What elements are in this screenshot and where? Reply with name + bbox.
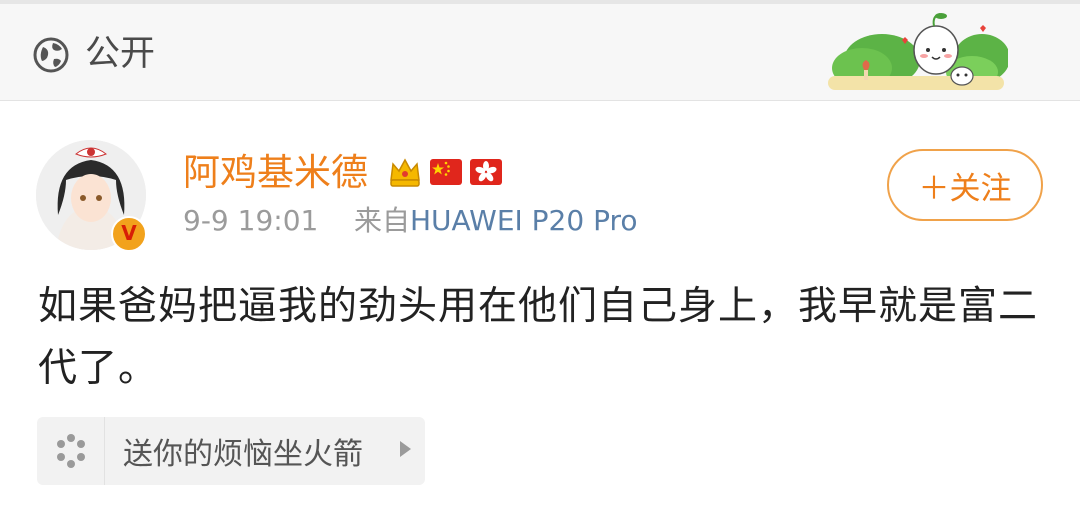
gift-card[interactable]: 送你的烦恼坐火箭 xyxy=(37,417,425,485)
hong-kong-flag-icon[interactable] xyxy=(469,156,503,188)
source-prefix: 来自 xyxy=(353,204,410,237)
author-avatar-area[interactable]: V xyxy=(36,112,152,252)
gift-icon-box xyxy=(37,417,105,485)
chevron-right-icon xyxy=(400,441,411,457)
china-flag-icon[interactable] xyxy=(429,156,463,188)
visibility-header: 公开 xyxy=(0,4,1080,101)
crown-badge-icon[interactable] xyxy=(387,154,423,190)
visibility-label: 公开 xyxy=(85,34,156,74)
gift-label: 送你的烦恼坐火箭 xyxy=(123,437,363,472)
source-device[interactable]: HUAWEI P20 Pro xyxy=(410,204,638,237)
gift-icon xyxy=(56,434,85,468)
decorative-sticker xyxy=(828,13,1008,90)
follow-button[interactable]: ＋关注 xyxy=(887,149,1043,221)
verified-badge: V xyxy=(111,216,147,252)
post-meta: 9-9 19:01 来自HUAWEI P20 Pro xyxy=(183,203,638,239)
post-text: 如果爸妈把逼我的劲头用在他们自己身上，我早就是富二代了。 xyxy=(38,284,1039,391)
post-time: 9-9 19:01 xyxy=(183,204,319,237)
author-name[interactable]: 阿鸡基米德 xyxy=(183,150,368,196)
globe-icon xyxy=(33,37,69,73)
author-badges xyxy=(387,152,503,192)
